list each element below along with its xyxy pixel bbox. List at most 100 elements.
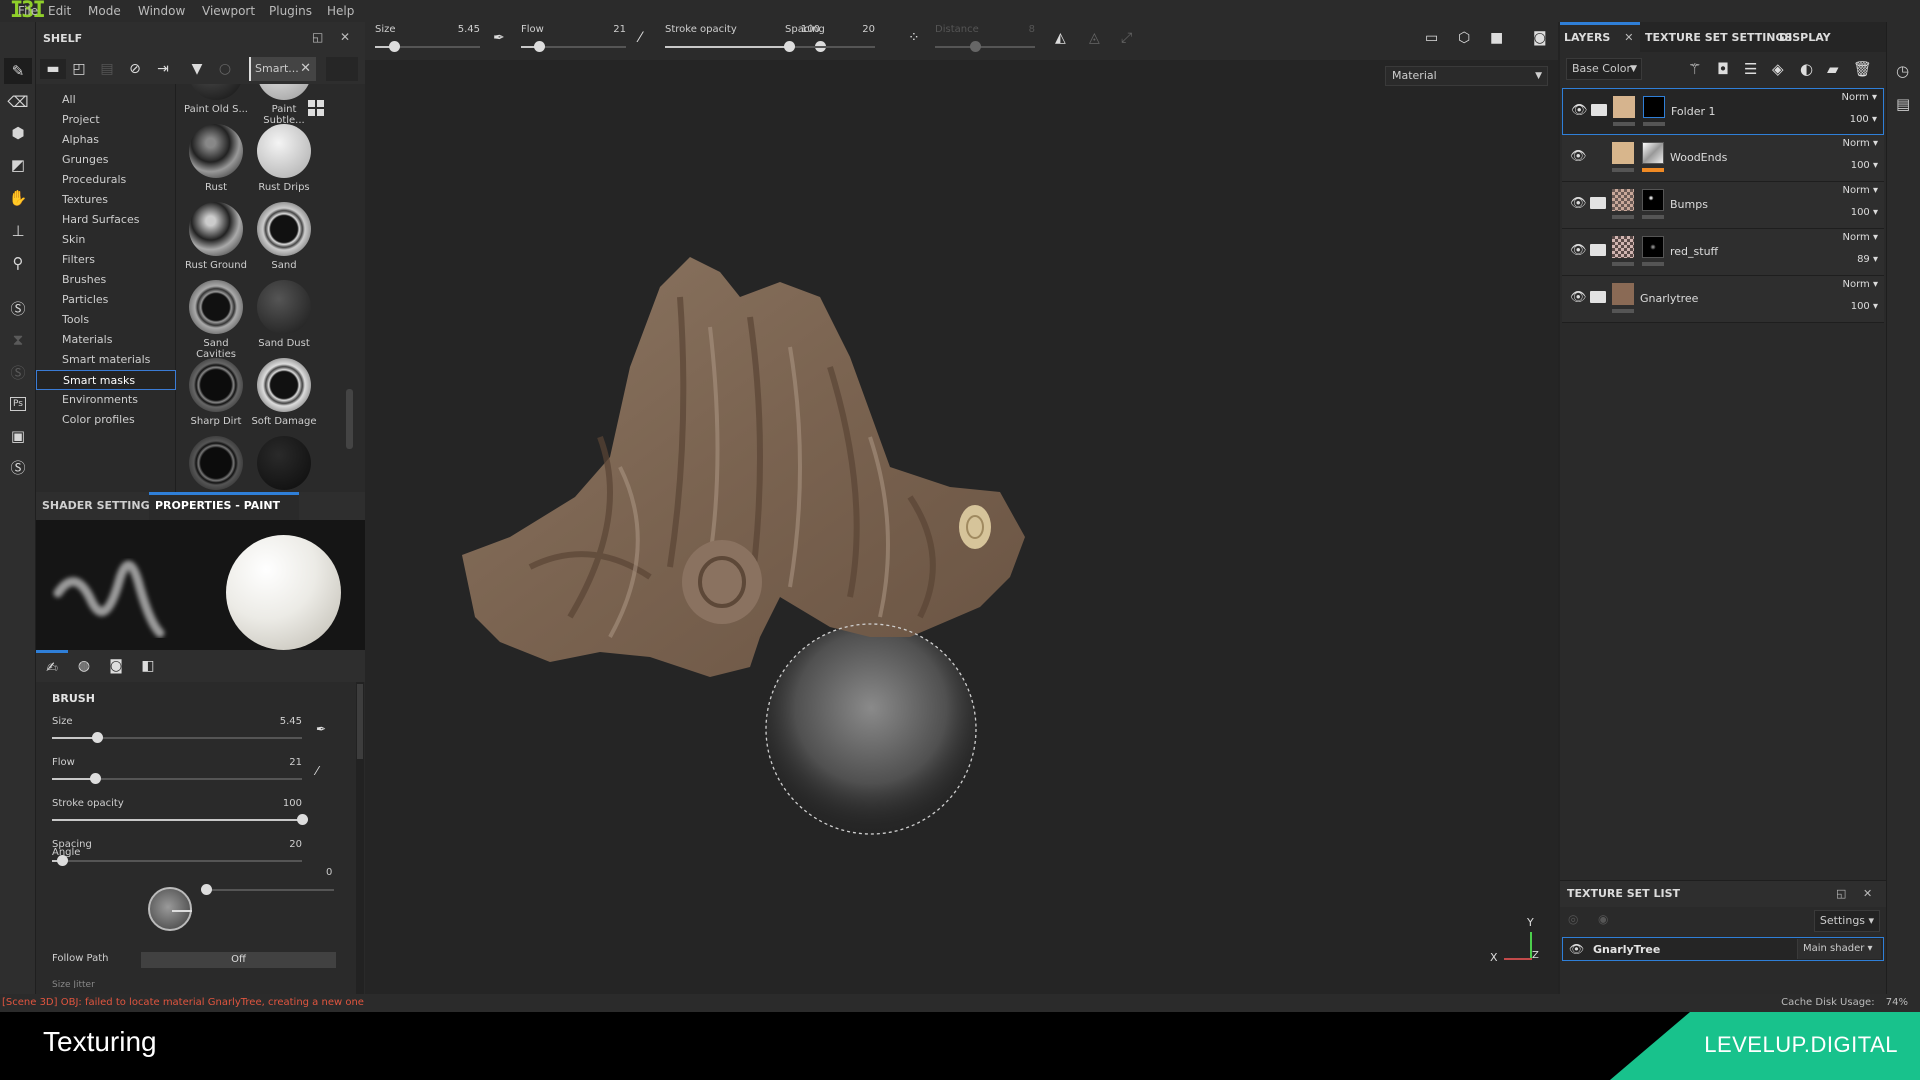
angle-slider-track[interactable] (206, 889, 334, 891)
add-effect-icon[interactable]: ⚚ (1688, 60, 1701, 78)
solo-icon[interactable]: ◉ (1598, 912, 1608, 926)
settings-dropdown[interactable]: Settings ▾ (1814, 910, 1880, 932)
tab-shader-settings[interactable]: SHADER SETTINGS (36, 492, 164, 520)
viewport[interactable]: ✒ ⁄ ⁘ ◭ ◬ ⤢ ▭ ⬡ ■ ◙ Size 5.45 Flow 21 Stroke… (365, 22, 1558, 994)
toolbar-slider-size[interactable]: Size 5.45 (375, 22, 480, 60)
opacity-select[interactable]: 100 ▾ (1851, 301, 1878, 312)
clear-search-icon[interactable]: ✕ (300, 57, 311, 81)
slider-knob[interactable] (783, 41, 795, 52)
bake-button[interactable]: ⧗ (4, 327, 32, 353)
shelf-item[interactable]: Sand Dust (250, 280, 318, 349)
slider-value[interactable]: 20 (862, 24, 875, 35)
substance-share-button[interactable]: Ⓢ (4, 359, 32, 385)
slider-value[interactable]: 21 (613, 24, 626, 35)
shelf-item[interactable]: Rust Ground (182, 202, 250, 271)
slider-knob[interactable] (970, 41, 981, 52)
slider-track[interactable] (785, 46, 875, 48)
folder-icon[interactable] (1590, 291, 1606, 303)
add-fill-layer-icon[interactable]: ◈ (1772, 60, 1784, 78)
opacity-select[interactable]: 100 ▾ (1850, 114, 1877, 125)
slider-knob[interactable] (533, 41, 545, 52)
blend-mode-select[interactable]: Norm ▾ (1843, 138, 1878, 149)
tab-display-settings[interactable]: DISPLAY SETTINGS (1775, 22, 1886, 76)
eye-icon[interactable]: 👁 (1570, 149, 1587, 164)
eye-icon[interactable]: 👁 (1570, 290, 1587, 305)
alpha-icon[interactable]: ◍ (68, 650, 100, 682)
shelf-category-textures[interactable]: Textures (36, 190, 176, 210)
stencil-icon[interactable]: ◙ (100, 650, 132, 682)
add-mask-icon[interactable]: ◘ (1717, 60, 1729, 78)
close-icon[interactable]: ✕ (340, 30, 350, 44)
mask-thumbnail[interactable] (1643, 96, 1665, 118)
camera-icon[interactable]: ■ (1490, 30, 1503, 46)
shelf-item[interactable] (182, 436, 250, 492)
shelf-item[interactable]: Sand Cavities (182, 280, 250, 360)
eye-icon[interactable]: 👁 (1569, 942, 1584, 956)
material-icon[interactable]: ◧ (132, 650, 164, 682)
substance-plugin-button[interactable]: Ⓢ (4, 295, 32, 321)
slider-value[interactable]: 5.45 (458, 24, 480, 35)
menu-plugins[interactable]: Plugins (269, 0, 312, 22)
close-icon[interactable]: ✕ (1624, 31, 1633, 44)
shelf-category-environments[interactable]: Environments (36, 390, 176, 410)
slider-flow[interactable]: Flow 21 (52, 757, 302, 795)
shelf-item[interactable]: Soft Damage (250, 358, 318, 427)
shelf-category-project[interactable]: Project (36, 110, 176, 130)
shelf-category-color-profiles[interactable]: Color profiles (36, 410, 176, 430)
shelf-item[interactable]: Rust Drips (250, 124, 318, 193)
display-cube-icon[interactable]: ⬡ (1458, 30, 1470, 46)
channel-select[interactable]: Base Color ▼ (1566, 58, 1642, 80)
mask-thumbnail[interactable] (1642, 189, 1664, 211)
refresh-icon[interactable]: ○ (214, 59, 236, 79)
menu-viewport[interactable]: Viewport (202, 0, 255, 22)
menu-file[interactable]: File (18, 0, 38, 22)
smudge-tool[interactable]: ✋ (4, 185, 32, 211)
shelf-category-alphas[interactable]: Alphas (36, 130, 176, 150)
clone-stamp-tool[interactable]: ⊥ (4, 218, 32, 244)
blend-mode-select[interactable]: Norm ▾ (1843, 279, 1878, 290)
add-layer-icon[interactable]: ☰ (1744, 60, 1757, 78)
layer-row[interactable]: 👁 Gnarlytree Norm ▾ 100 ▾ (1562, 276, 1884, 323)
shelf-extra-tab[interactable] (326, 57, 358, 81)
slider-track[interactable] (935, 46, 1035, 48)
shelf-category-procedurals[interactable]: Procedurals (36, 170, 176, 190)
shelf-category-skin[interactable]: Skin (36, 230, 176, 250)
close-icon[interactable]: ✕ (1863, 881, 1872, 907)
layer-row[interactable]: 👁 red_stuff Norm ▾ 89 ▾ (1562, 229, 1884, 276)
folder-icon[interactable] (1590, 244, 1606, 256)
menu-help[interactable]: Help (327, 0, 354, 22)
opacity-select[interactable]: 89 ▾ (1857, 254, 1878, 265)
texture-set-row[interactable]: 👁 GnarlyTree Main shader ▾ (1562, 937, 1884, 961)
layer-row[interactable]: 👁 WoodEnds Norm ▾ 100 ▾ (1562, 135, 1884, 182)
pen-pressure-size-icon[interactable]: ✒ (493, 30, 505, 46)
menu-window[interactable]: Window (138, 0, 185, 22)
iray-button[interactable]: ▣ (4, 423, 32, 449)
slider-size[interactable]: Size 5.45 (52, 716, 302, 754)
shelf-category-brushes[interactable]: Brushes (36, 270, 176, 290)
shelf-item[interactable]: Sharp Dirt (182, 358, 250, 427)
shelf-category-particles[interactable]: Particles (36, 290, 176, 310)
toolbar-slider-spacing[interactable]: Spacing 20 (783, 22, 875, 60)
angle-dial[interactable] (148, 887, 192, 931)
shelf-item[interactable]: Paint Subtle... (250, 84, 318, 126)
shelf-category-smart-masks[interactable]: Smart masks (36, 370, 176, 390)
photoshop-export-button[interactable]: Ps (4, 391, 32, 417)
delete-layer-icon[interactable]: 🗑 (1853, 60, 1872, 78)
mask-thumbnail[interactable] (1642, 142, 1664, 164)
blend-mode-select[interactable]: Norm ▾ (1842, 92, 1877, 103)
shelf-category-grunges[interactable]: Grunges (36, 150, 176, 170)
tab-properties-paint[interactable]: PROPERTIES - PAINT ✕ (149, 492, 299, 534)
undock-button[interactable]: ◱ (1836, 881, 1846, 907)
eye-icon[interactable]: 👁 (1570, 196, 1587, 211)
shelf-category-filters[interactable]: Filters (36, 250, 176, 270)
follow-path-toggle[interactable]: Off (141, 952, 336, 968)
paint-brush-tool[interactable]: ✎ (4, 58, 32, 84)
shelf-category-materials[interactable]: Materials (36, 330, 176, 350)
eye-icon[interactable]: 👁 (1570, 243, 1587, 258)
slider-knob[interactable] (89, 773, 101, 784)
blend-mode-select[interactable]: Norm ▾ (1843, 232, 1878, 243)
layer-row[interactable]: 👁 Folder 1 Norm ▾ 100 ▾ (1562, 88, 1884, 135)
folder-icon[interactable] (1591, 104, 1607, 116)
menu-mode[interactable]: Mode (88, 0, 121, 22)
pen-pressure-flow-icon[interactable]: ⁄ (639, 30, 641, 46)
